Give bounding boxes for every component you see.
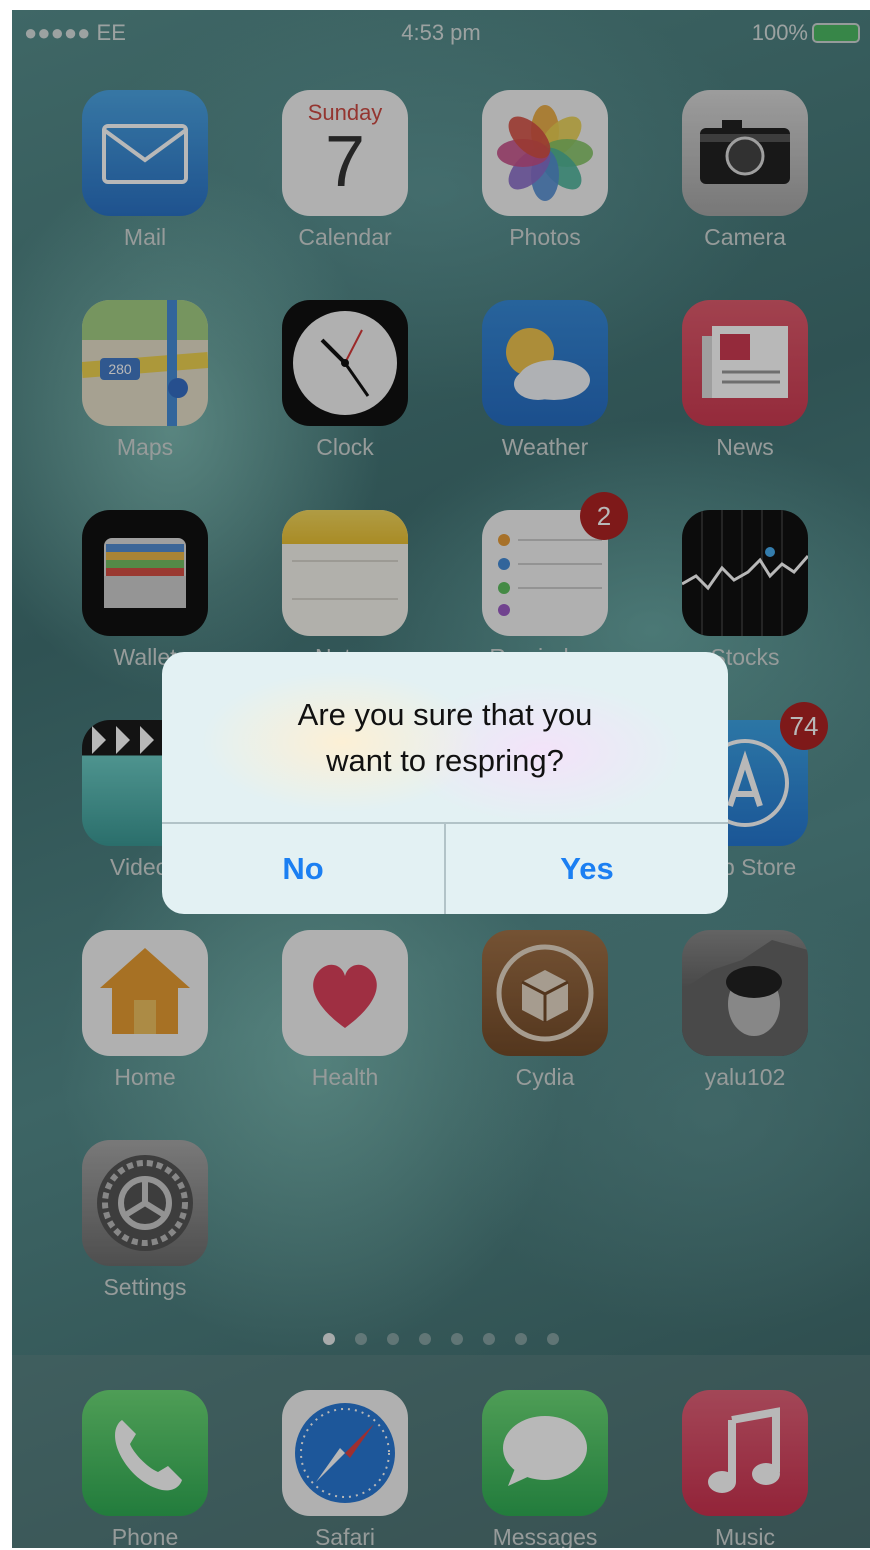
app-news[interactable]: News (675, 300, 815, 461)
no-button[interactable]: No (162, 824, 444, 914)
app-label: Cydia (515, 1064, 575, 1090)
app-label: Health (311, 1064, 379, 1090)
app-label: Camera (704, 224, 786, 250)
app-calendar[interactable]: Sunday 7 Calendar (275, 90, 415, 251)
app-stocks[interactable]: Stocks (675, 510, 815, 671)
yes-button[interactable]: Yes (446, 824, 728, 914)
dock-safari[interactable]: Safari (275, 1390, 415, 1548)
app-clock[interactable]: Clock (275, 300, 415, 461)
app-camera[interactable]: Camera (675, 90, 815, 251)
phone-icon (82, 1390, 208, 1516)
app-label: Clock (316, 434, 374, 460)
page-dot (419, 1333, 431, 1345)
home-icon (82, 930, 208, 1056)
app-wallet[interactable]: Wallet (75, 510, 215, 671)
camera-icon (682, 90, 808, 216)
music-icon (682, 1390, 808, 1516)
dock-messages[interactable]: Messages (475, 1390, 615, 1548)
dock-music[interactable]: Music (675, 1390, 815, 1548)
notification-badge: 2 (580, 492, 628, 540)
app-label: yalu102 (704, 1064, 786, 1090)
weather-icon (482, 300, 608, 426)
app-label: Music (714, 1524, 776, 1548)
app-reminders[interactable]: 2 Reminders (475, 492, 628, 671)
yalu102-icon (682, 930, 808, 1056)
respring-alert-dialog: Are you sure that you want to respring? … (162, 652, 728, 914)
app-label: Maps (116, 434, 174, 460)
alert-message-line: want to respring? (326, 743, 564, 778)
page-dot (515, 1333, 527, 1345)
page-dot (483, 1333, 495, 1345)
settings-icon (82, 1140, 208, 1266)
home-screen: ●●●●● EE 4:53 pm 100% Mail Sunday 7 Cale… (12, 10, 870, 1548)
app-notes[interactable]: Notes (275, 510, 415, 671)
app-label: Calendar (298, 224, 392, 250)
app-label: Home (114, 1064, 176, 1090)
dock: Phone Safari Messages Music (12, 1355, 870, 1548)
app-weather[interactable]: Weather (475, 300, 615, 461)
app-label: Weather (501, 434, 589, 460)
news-icon (682, 300, 808, 426)
app-label: News (716, 434, 774, 460)
calendar-icon: Sunday 7 (282, 90, 408, 216)
battery-icon (814, 25, 858, 41)
app-label: Mail (123, 224, 167, 250)
notification-badge: 74 (780, 702, 828, 750)
app-mail[interactable]: Mail (75, 90, 215, 251)
calendar-date: 7 (324, 122, 366, 202)
app-yalu102[interactable]: yalu102 (675, 930, 815, 1091)
mail-icon (82, 90, 208, 216)
page-dot (355, 1333, 367, 1345)
clock-icon (282, 300, 408, 426)
page-indicator[interactable] (12, 1332, 870, 1350)
page-dot-active (323, 1333, 335, 1345)
alert-message: Are you sure that you want to respring? (162, 692, 728, 784)
status-bar: ●●●●● EE 4:53 pm 100% (12, 10, 870, 54)
maps-shield: 280 (108, 361, 132, 377)
app-photos[interactable]: Photos (475, 90, 615, 251)
clock-time: 4:53 pm (401, 20, 481, 45)
messages-icon (482, 1390, 608, 1516)
app-label: Safari (314, 1524, 376, 1548)
app-label: Photos (509, 224, 581, 250)
notes-icon (282, 510, 408, 636)
alert-message-line: Are you sure that you (297, 697, 593, 732)
wallet-icon (82, 510, 208, 636)
app-health[interactable]: Health (275, 930, 415, 1091)
maps-icon: 280 (82, 300, 208, 426)
cydia-icon (482, 930, 608, 1056)
health-icon (282, 930, 408, 1056)
photos-icon (482, 90, 608, 216)
app-label: Messages (492, 1524, 598, 1548)
app-maps[interactable]: 280 Maps (75, 300, 215, 461)
page-dot (387, 1333, 399, 1345)
app-label: Settings (103, 1274, 187, 1300)
page-dot (547, 1333, 559, 1345)
battery-percent: 100% (751, 20, 808, 45)
page-dot (451, 1333, 463, 1345)
app-label: Phone (111, 1524, 179, 1548)
app-home[interactable]: Home (75, 930, 215, 1091)
dock-phone[interactable]: Phone (75, 1390, 215, 1548)
app-cydia[interactable]: Cydia (475, 930, 615, 1091)
safari-icon (282, 1390, 408, 1516)
stocks-icon (682, 510, 808, 636)
app-settings[interactable]: Settings (75, 1140, 215, 1301)
battery-indicator: 100% (752, 20, 858, 46)
